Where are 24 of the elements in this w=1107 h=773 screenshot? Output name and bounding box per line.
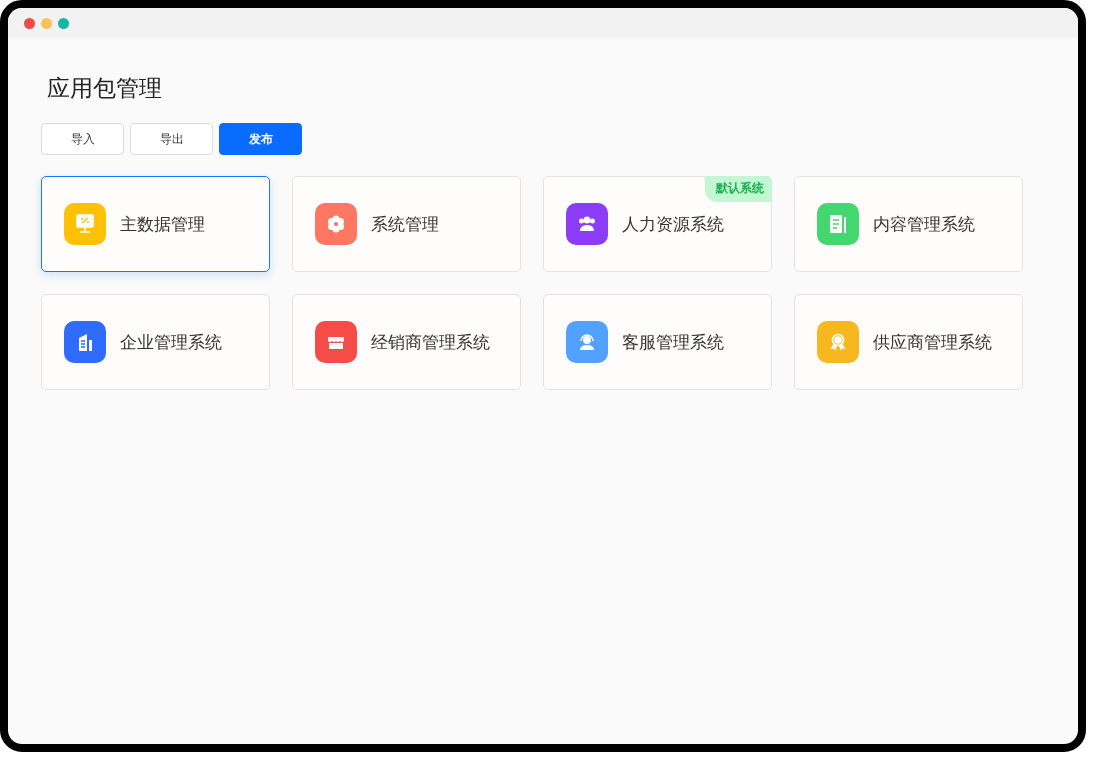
app-name: 主数据管理: [120, 212, 205, 236]
app-card[interactable]: 默认系统 人力资源系统: [543, 176, 772, 272]
app-card[interactable]: 系统管理: [292, 176, 521, 272]
app-name: 系统管理: [371, 212, 439, 236]
app-name: 人力资源系统: [622, 212, 724, 236]
close-dot-icon[interactable]: [24, 17, 35, 29]
toolbar-button[interactable]: 导入: [41, 123, 124, 155]
app-card[interactable]: 内容管理系统: [794, 176, 1023, 272]
app-card[interactable]: 客服管理系统: [543, 294, 772, 390]
app-card[interactable]: 企业管理系统: [41, 294, 270, 390]
app-name: 企业管理系统: [120, 330, 222, 354]
app-card[interactable]: 供应商管理系统: [794, 294, 1023, 390]
app-card[interactable]: 主数据管理: [41, 176, 270, 272]
app-name: 客服管理系统: [622, 330, 724, 354]
app-name: 内容管理系统: [873, 212, 975, 236]
primary-button[interactable]: 发布: [219, 123, 302, 155]
toolbar-button[interactable]: 导出: [130, 123, 213, 155]
app-name: 经销商管理系统: [371, 330, 490, 354]
app-card[interactable]: 经销商管理系统: [292, 294, 521, 390]
maximize-dot-icon[interactable]: [58, 17, 69, 29]
minimize-dot-icon[interactable]: [41, 17, 52, 29]
default-badge: 默认系统: [705, 176, 772, 202]
page-title: 应用包管理: [47, 74, 163, 103]
app-name: 供应商管理系统: [873, 330, 992, 354]
